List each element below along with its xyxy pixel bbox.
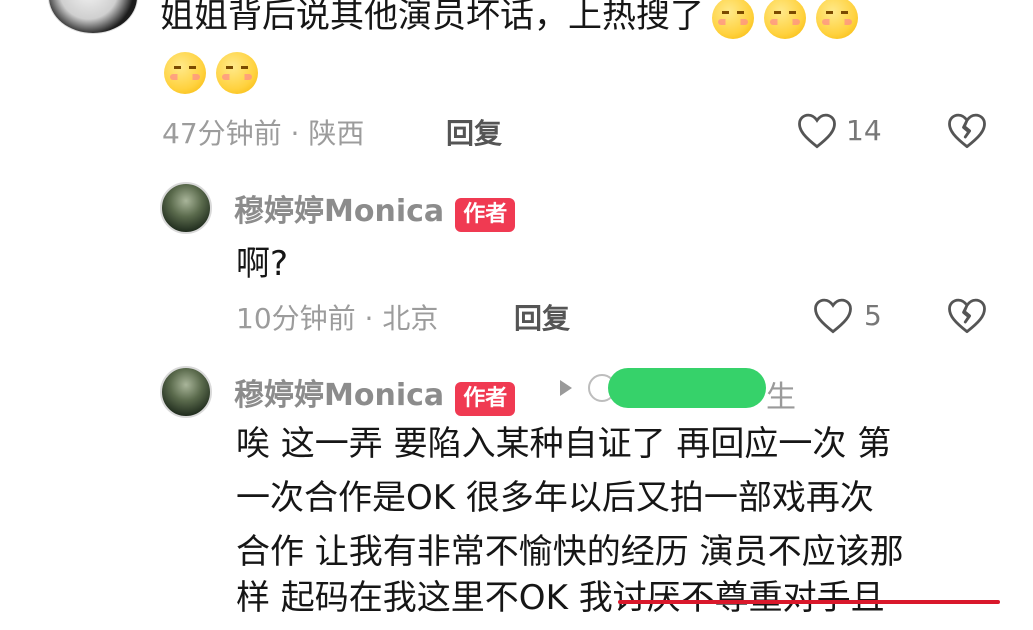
reply-text: 啊?: [236, 244, 289, 284]
blushing-face-emoji-icon: [764, 0, 806, 39]
broken-heart-icon[interactable]: [946, 110, 988, 150]
comment-emoji-row: [164, 52, 268, 94]
reply-header: 穆婷婷Monica 作者: [234, 186, 516, 232]
like-count: 14: [846, 114, 882, 147]
comment-time: 47分钟前: [162, 117, 282, 150]
author-username[interactable]: 穆婷婷Monica: [234, 378, 444, 413]
play-arrow-icon: [558, 378, 574, 402]
reply-meta: 10分钟前 · 北京: [236, 302, 439, 335]
broken-heart-icon[interactable]: [946, 295, 988, 335]
author-badge: 作者: [455, 382, 516, 416]
heart-icon[interactable]: [796, 110, 838, 150]
comment-text: 姐姐背后说其他演员坏话，上热搜了: [160, 0, 868, 40]
commenter-avatar[interactable]: [48, 0, 138, 34]
comment-meta: 47分钟前 · 陕西: [162, 117, 365, 150]
author-avatar[interactable]: [160, 366, 212, 418]
author-avatar[interactable]: [160, 182, 212, 234]
reply-header: 穆婷婷Monica 作者: [234, 370, 516, 416]
reply-text-plain: 样 起码在我这里不OK: [236, 578, 579, 618]
reply-button[interactable]: 回复: [514, 297, 570, 337]
heart-icon[interactable]: [812, 295, 854, 335]
blushing-face-emoji-icon: [816, 0, 858, 39]
reply-text-line: 一次合作是OK 很多年以后又拍一部戏再次: [236, 478, 874, 518]
reply-button[interactable]: 回复: [446, 112, 502, 152]
author-badge: 作者: [455, 198, 516, 232]
author-username[interactable]: 穆婷婷Monica: [234, 194, 444, 229]
like-count: 5: [864, 299, 882, 332]
reply-text-line: 合作 让我有非常不愉快的经历 演员不应该那: [236, 532, 904, 572]
blushing-face-emoji-icon: [712, 0, 754, 39]
reply-text-line: 唉 这一弄 要陷入某种自证了 再回应一次 第: [236, 424, 892, 464]
reply-time: 10分钟前: [236, 302, 356, 335]
blushing-face-emoji-icon: [164, 52, 206, 94]
reply-target-name-suffix: 生: [766, 380, 796, 415]
reply-text-highlighted: 我讨厌不尊重对手且: [578, 578, 885, 618]
reply-text-line: 样 起码在我这里不OK 我讨厌不尊重对手且: [236, 574, 885, 622]
comment-text-content: 姐姐背后说其他演员坏话，上热搜了: [160, 0, 704, 36]
reply-location: 北京: [382, 302, 439, 335]
blushing-face-emoji-icon: [216, 52, 258, 94]
redacted-username: [608, 368, 766, 408]
comment-location: 陕西: [308, 117, 365, 150]
highlight-underline: [618, 600, 1000, 604]
